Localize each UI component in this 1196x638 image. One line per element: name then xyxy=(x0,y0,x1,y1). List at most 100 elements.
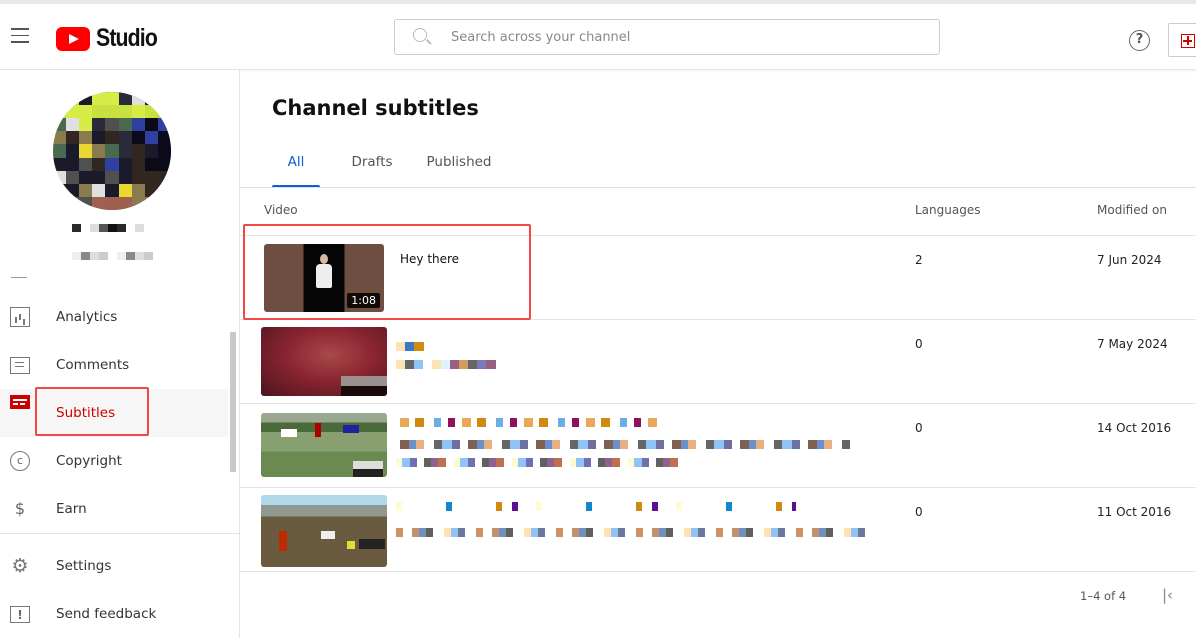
sidebar-item-subtitles[interactable]: Subtitles xyxy=(0,389,228,437)
search-bar[interactable] xyxy=(394,19,940,55)
copyright-icon: c xyxy=(10,451,30,471)
sidebar-item-label: Subtitles xyxy=(56,405,116,421)
sidebar-item-analytics[interactable]: Analytics xyxy=(0,293,228,341)
sidebar-item-label: Earn xyxy=(56,501,87,517)
channel-avatar[interactable] xyxy=(53,92,171,210)
video-description-redacted xyxy=(396,458,686,467)
sidebar-item-earn[interactable]: $ Earn xyxy=(0,485,228,533)
avatar-pixel xyxy=(144,118,158,132)
avatar-pixel xyxy=(144,196,158,210)
channel-name-redacted xyxy=(72,224,144,232)
tab-drafts[interactable]: Drafts xyxy=(348,148,396,188)
video-title[interactable]: Hey there xyxy=(400,252,459,266)
thumbnail-detail xyxy=(343,425,359,433)
sidebar-item-copyright[interactable]: c Copyright xyxy=(0,437,228,485)
avatar-pixel xyxy=(53,170,67,184)
avatar-pixel xyxy=(53,157,67,171)
thumbnail-detail xyxy=(347,541,355,549)
hamburger-icon[interactable] xyxy=(11,28,29,44)
avatar-pixel xyxy=(53,105,67,119)
tab-all[interactable]: All xyxy=(272,148,320,188)
avatar-pixel xyxy=(131,92,145,106)
create-button[interactable] xyxy=(1168,23,1196,57)
video-title-redacted[interactable] xyxy=(396,342,424,351)
avatar-pixel xyxy=(79,92,93,106)
column-header-video: Video xyxy=(264,203,298,217)
feedback-icon: ! xyxy=(10,605,30,623)
avatar-pixel xyxy=(92,183,106,197)
avatar-pixel xyxy=(66,118,80,132)
avatar-pixel xyxy=(144,183,158,197)
avatar-pixel xyxy=(105,131,119,145)
sidebar-item-label: Settings xyxy=(56,558,112,574)
sidebar-item-settings[interactable]: ⚙ Settings xyxy=(0,542,228,590)
avatar-pixel xyxy=(66,131,80,145)
sidebar-item-send-feedback[interactable]: ! Send feedback xyxy=(0,590,228,638)
modified-date: 11 Oct 2016 xyxy=(1097,505,1172,519)
page-title: Channel subtitles xyxy=(272,96,479,120)
video-thumbnail[interactable] xyxy=(261,413,387,477)
video-thumbnail[interactable] xyxy=(261,327,387,396)
thumbnail-head xyxy=(320,254,328,264)
thumbnail-person xyxy=(316,264,332,288)
avatar-pixel xyxy=(131,170,145,184)
avatar-pixel xyxy=(118,105,132,119)
thumbnail-detail xyxy=(279,531,287,551)
avatar-pixel xyxy=(53,144,67,158)
avatar-pixel xyxy=(79,118,93,132)
avatar-pixel xyxy=(157,92,171,106)
video-thumbnail[interactable] xyxy=(261,495,387,567)
languages-count: 0 xyxy=(915,421,923,435)
avatar-pixel xyxy=(131,196,145,210)
sidebar-item-label: Send feedback xyxy=(56,606,157,622)
avatar-pixel xyxy=(79,105,93,119)
avatar-pixel xyxy=(92,196,106,210)
studio-logo[interactable]: Studio xyxy=(56,24,168,53)
tab-published[interactable]: Published xyxy=(424,148,494,188)
video-description-redacted xyxy=(396,528,876,537)
first-page-button[interactable]: |‹ xyxy=(1162,586,1173,604)
video-title-redacted[interactable] xyxy=(400,418,660,427)
avatar-pixel xyxy=(118,157,132,171)
avatar-pixel xyxy=(157,196,171,210)
avatar-pixel xyxy=(118,144,132,158)
avatar-pixel xyxy=(79,131,93,145)
table-row[interactable]: 1:08 Hey there 2 7 Jun 2024 xyxy=(240,236,1196,320)
avatar-pixel xyxy=(53,92,67,106)
sidebar-item-label: Comments xyxy=(56,357,130,373)
avatar-pixel xyxy=(157,183,171,197)
avatar-pixel xyxy=(66,170,80,184)
table-row[interactable]: 0 7 May 2024 xyxy=(240,320,1196,404)
row-divider xyxy=(240,571,1196,572)
avatar-pixel xyxy=(53,118,67,132)
sidebar-item-label: Analytics xyxy=(56,309,118,325)
video-title-redacted[interactable] xyxy=(396,502,796,511)
search-icon xyxy=(413,28,427,42)
search-input[interactable] xyxy=(451,20,921,54)
avatar-pixel xyxy=(92,105,106,119)
thumbnail-detail xyxy=(321,531,335,539)
avatar-pixel xyxy=(118,92,132,106)
languages-count: 2 xyxy=(915,253,923,267)
sidebar-item-comments[interactable]: Comments xyxy=(0,341,228,389)
avatar-pixel xyxy=(92,92,106,106)
avatar-pixel xyxy=(92,131,106,145)
table-row[interactable]: 0 14 Oct 2016 xyxy=(240,404,1196,488)
avatar-pixel xyxy=(66,105,80,119)
comments-icon xyxy=(10,356,30,374)
channel-handle-redacted xyxy=(72,252,154,260)
create-icon xyxy=(1181,34,1195,48)
avatar-pixel xyxy=(105,92,119,106)
avatar-pixel xyxy=(105,144,119,158)
modified-date: 7 May 2024 xyxy=(1097,337,1168,351)
help-icon[interactable]: ? xyxy=(1129,30,1150,51)
thumbnail-duration-redacted xyxy=(341,376,387,396)
avatar-pixel xyxy=(118,170,132,184)
avatar-pixel xyxy=(118,196,132,210)
youtube-play-icon xyxy=(56,26,90,51)
avatar-pixel xyxy=(131,144,145,158)
table-row[interactable]: 0 11 Oct 2016 xyxy=(240,488,1196,572)
modified-date: 7 Jun 2024 xyxy=(1097,253,1162,267)
video-thumbnail[interactable]: 1:08 xyxy=(264,244,384,312)
sidebar-scrollbar[interactable] xyxy=(230,332,236,472)
